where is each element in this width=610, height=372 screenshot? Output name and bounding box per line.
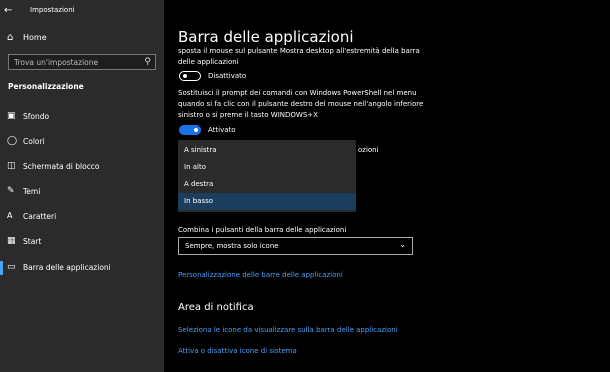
peek-description-line: delle applicazioni [178, 58, 239, 66]
option-label: In alto [184, 163, 206, 171]
lockscreen-icon: ◫ [7, 161, 16, 171]
powershell-description-line: Sostituisci il prompt dei comandi con Wi… [178, 89, 417, 97]
sidebar-item-label: Home [23, 33, 47, 42]
peek-toggle[interactable] [179, 71, 201, 81]
powershell-description-line: sinistro o si preme il tasto WINDOWS+X [178, 111, 318, 119]
font-icon: A [7, 211, 13, 220]
taskbar-position-dropdown[interactable]: A sinistra In alto A destra In basso [178, 140, 356, 212]
sidebar-item-label: Temi [23, 187, 41, 196]
sidebar-item-home[interactable]: ⌂ Home [0, 28, 164, 48]
taskbar-icon: ▭ [7, 262, 16, 272]
peek-description: sposta il mouse sul pulsante Mostra desk… [178, 46, 420, 68]
toggle-knob [183, 74, 187, 78]
combine-select-value: Sempre, mostra solo icone [185, 242, 279, 250]
sidebar-item-caratteri[interactable]: A Caratteri [0, 207, 164, 227]
powershell-description-line: quando si fa clic con il pulsante destro… [178, 100, 424, 108]
sidebar-item-temi[interactable]: ✎ Temi [0, 182, 164, 202]
option-label: In basso [184, 197, 214, 205]
start-icon: ▦ [7, 236, 16, 246]
search-icon[interactable]: ⚲ [144, 57, 151, 67]
search-input[interactable]: Trova un'impostazione ⚲ [8, 54, 156, 70]
powershell-toggle[interactable] [179, 125, 201, 135]
sidebar-item-label: Colori [23, 137, 45, 146]
peek-description-line: sposta il mouse sul pulsante Mostra desk… [178, 47, 420, 55]
chevron-down-icon: ⌄ [399, 240, 406, 249]
option-label: A sinistra [184, 146, 217, 154]
brush-icon: ✎ [7, 186, 15, 196]
sidebar: ← Impostazioni ⌂ Home Trova un'impostazi… [0, 0, 164, 372]
app-title: Impostazioni [30, 6, 75, 14]
sidebar-item-start[interactable]: ▦ Start [0, 232, 164, 252]
peek-toggle-label: Disattivato [208, 72, 247, 80]
powershell-description: Sostituisci il prompt dei comandi con Wi… [178, 88, 423, 121]
back-arrow-icon[interactable]: ← [4, 5, 12, 16]
system-icons-link[interactable]: Attiva o disattiva icone di sistema [178, 347, 297, 355]
obscured-label-fragment: ozioni [358, 146, 379, 154]
combine-label: Combina i pulsanti della barra delle app… [178, 226, 347, 234]
sidebar-item-label: Caratteri [23, 212, 57, 221]
customize-taskbars-link[interactable]: Personalizzazione delle barre delle appl… [178, 271, 343, 279]
sidebar-item-label: Start [23, 237, 42, 246]
sidebar-item-colori[interactable]: ◯ Colori [0, 132, 164, 152]
option-in-basso[interactable]: In basso [178, 193, 356, 210]
search-placeholder: Trova un'impostazione [14, 58, 99, 67]
page-title: Barra delle applicazioni [178, 28, 354, 46]
main-content: Barra delle applicazioni sposta il mouse… [164, 0, 610, 372]
sidebar-item-label: Barra delle applicazioni [23, 263, 111, 272]
sidebar-item-label: Sfondo [23, 112, 50, 121]
notification-area-title: Area di notifica [178, 302, 254, 313]
toggle-knob [194, 128, 198, 132]
combine-select[interactable]: Sempre, mostra solo icone ⌄ [178, 237, 413, 255]
title-bar: ← Impostazioni [0, 0, 164, 20]
palette-icon: ◯ [7, 136, 18, 146]
select-taskbar-icons-link[interactable]: Seleziona le icone da visualizzare sulla… [178, 326, 398, 334]
sidebar-item-label: Schermata di blocco [23, 162, 100, 171]
option-a-sinistra[interactable]: A sinistra [178, 142, 356, 159]
sidebar-item-schermata-di-blocco[interactable]: ◫ Schermata di blocco [0, 157, 164, 177]
powershell-toggle-label: Attivato [208, 126, 236, 134]
section-title: Personalizzazione [8, 82, 84, 91]
home-icon: ⌂ [7, 32, 14, 43]
option-label: A destra [184, 180, 214, 188]
option-in-alto[interactable]: In alto [178, 159, 356, 176]
sidebar-item-barra-delle-applicazioni[interactable]: ▭ Barra delle applicazioni [0, 258, 164, 278]
option-a-destra[interactable]: A destra [178, 176, 356, 193]
picture-icon: ▣ [7, 111, 16, 121]
sidebar-item-sfondo[interactable]: ▣ Sfondo [0, 107, 164, 127]
